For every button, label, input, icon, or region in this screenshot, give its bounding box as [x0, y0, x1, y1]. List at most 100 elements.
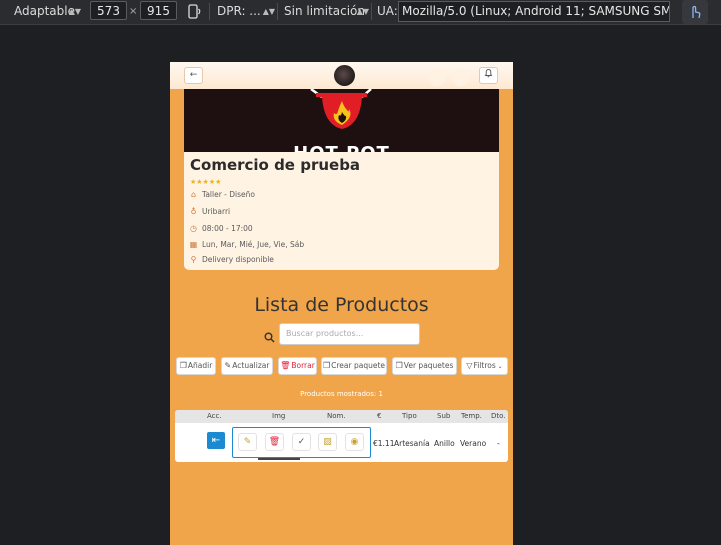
notifications-button[interactable]	[479, 67, 498, 84]
search-icon	[264, 332, 275, 343]
filter-icon: ▽	[466, 361, 473, 370]
logo-text: HOT POT	[184, 143, 499, 152]
chevron-down-icon: ⌄	[495, 363, 503, 370]
products-title: Lista de Productos	[254, 294, 429, 316]
category-row: ⌂ Taller - Diseño	[189, 189, 255, 200]
column-header-discount: Dto.	[491, 412, 506, 420]
toolbar-divider	[277, 3, 278, 20]
width-input[interactable]: 573	[90, 1, 127, 20]
select-row-button[interactable]: ✓	[292, 433, 311, 451]
hours-text: 08:00 - 17:00	[202, 224, 253, 233]
view-packs-button[interactable]: ❒Ver paquetes	[392, 357, 457, 375]
header-circle	[452, 68, 470, 86]
create-pack-label: Crear paquete	[331, 361, 386, 370]
location-text: Uribarri	[202, 207, 231, 216]
eye-icon: ◉	[350, 437, 359, 447]
updown-arrow-icon: ▲▼	[68, 7, 81, 16]
height-input[interactable]: 915	[140, 1, 177, 20]
toolbar-divider	[371, 3, 372, 20]
create-pack-button[interactable]: ❒Crear paquete	[321, 357, 387, 375]
view-button[interactable]: ◉	[345, 433, 364, 451]
updown-arrow-icon: ▲▼	[356, 7, 369, 16]
refresh-button[interactable]: ✎Actualizar	[221, 357, 273, 375]
row-actions-popover: ✎ 🗑 ✓ ▨ ◉	[232, 427, 371, 458]
add-label: Añadir	[187, 361, 213, 370]
user-agent-input[interactable]: Mozilla/5.0 (Linux; Android 11; SAMSUNG …	[398, 1, 670, 22]
calendar-icon: ▦	[189, 240, 198, 249]
scroll-indicator	[258, 458, 300, 460]
dimension-separator: ×	[129, 6, 138, 17]
updown-arrow-icon: ▲▼	[262, 7, 275, 16]
device-mode-label: Adaptable	[14, 4, 75, 18]
column-header-actions: Acc.	[207, 412, 222, 420]
cell-discount: -	[497, 439, 500, 448]
days-row: ▦ Lun, Mar, Mié, Jue, Vie, Sáb	[189, 239, 304, 250]
column-header-image: Img	[272, 412, 286, 420]
column-header-type: Tipo	[402, 412, 417, 420]
filters-label: Filtros	[473, 361, 496, 370]
delete-button[interactable]: 🗑Borrar	[278, 357, 317, 375]
delivery-row: ⚲ Delivery disponible	[189, 254, 274, 265]
basket-icon: ⌂	[190, 190, 197, 199]
pencil-icon: ✎	[243, 437, 252, 447]
avatar[interactable]	[334, 65, 355, 86]
column-header-price: €	[377, 412, 382, 420]
package-icon: ❒	[395, 361, 403, 370]
devtools-toolbar: Adaptable ▲▼ 573 × 915 DPR: ... ▲▼ Sin l…	[0, 0, 721, 25]
business-name: Comercio de prueba	[190, 156, 361, 174]
bell-icon	[484, 69, 493, 78]
exit-arrow-icon: ⇤	[211, 435, 221, 446]
cell-season: Verano	[460, 439, 487, 448]
cell-price: €1.11	[373, 439, 395, 448]
clock-icon: ◷	[190, 224, 197, 233]
arrow-left-icon: ←	[189, 70, 198, 80]
throttle-select[interactable]: Sin limitación ▲▼	[282, 2, 369, 21]
app-header: ←	[170, 62, 513, 89]
product-search-input[interactable]: Buscar productos...	[279, 323, 420, 345]
pencil-icon: ✎	[224, 361, 232, 370]
add-product-button[interactable]: ❒Añadir	[176, 357, 216, 375]
cell-type: Artesanía	[394, 439, 430, 448]
business-logo-banner: HOT POT	[184, 89, 499, 152]
edit-button[interactable]: ✎	[238, 433, 257, 451]
user-pin-icon: ♁	[190, 207, 197, 216]
location-row: ♁ Uribarri	[189, 206, 231, 217]
throttle-label: Sin limitación	[284, 4, 365, 18]
cell-sub: Anillo	[434, 439, 455, 448]
dpr-label: DPR: ...	[217, 4, 261, 18]
row-actions-toggle[interactable]: ⇤	[207, 432, 225, 449]
column-header-sub: Sub	[437, 412, 451, 420]
delete-row-button[interactable]: 🗑	[265, 433, 284, 451]
bike-icon: ⚲	[190, 255, 197, 264]
products-shown-count: Productos mostrados: 1	[300, 390, 383, 398]
device-viewport: ← HOT POT Comercio de prueba ★★★★★ ⌂ Tall…	[170, 62, 513, 545]
header-circle	[428, 68, 446, 86]
ua-label: UA:	[377, 4, 398, 18]
table-header: Acc. Img Nom. € Tipo Sub Temp. Dto.	[175, 410, 508, 423]
toolbar-divider	[209, 3, 210, 20]
image-edit-icon: ▨	[323, 437, 332, 447]
column-header-name: Nom.	[327, 412, 346, 420]
rotate-icon[interactable]	[186, 2, 204, 21]
hours-row: ◷ 08:00 - 17:00	[189, 223, 253, 234]
days-text: Lun, Mar, Mié, Jue, Vie, Sáb	[202, 240, 305, 249]
edit-image-button[interactable]: ▨	[318, 433, 337, 451]
box-icon: ❒	[179, 361, 187, 370]
rating-stars: ★★★★★	[190, 178, 222, 186]
category-text: Taller - Diseño	[202, 190, 255, 199]
check-circle-icon: ✓	[297, 437, 306, 447]
trash-icon: 🗑	[268, 437, 281, 447]
trash-icon: 🗑	[280, 361, 291, 370]
back-button[interactable]: ←	[184, 67, 203, 84]
delivery-text: Delivery disponible	[202, 255, 274, 264]
device-mode-select[interactable]: Adaptable ▲▼	[12, 2, 81, 21]
dpr-select[interactable]: DPR: ... ▲▼	[215, 2, 275, 21]
package-icon: ❒	[322, 361, 331, 370]
column-header-season: Temp.	[461, 412, 482, 420]
refresh-label: Actualizar	[232, 361, 270, 370]
delete-label: Borrar	[291, 361, 315, 370]
view-packs-label: Ver paquetes	[403, 361, 454, 370]
touch-toggle-icon[interactable]	[682, 0, 708, 24]
business-info-card: Comercio de prueba ★★★★★ ⌂ Taller - Diseñ…	[184, 152, 499, 270]
filters-button[interactable]: ▽Filtros ⌄	[461, 357, 508, 375]
